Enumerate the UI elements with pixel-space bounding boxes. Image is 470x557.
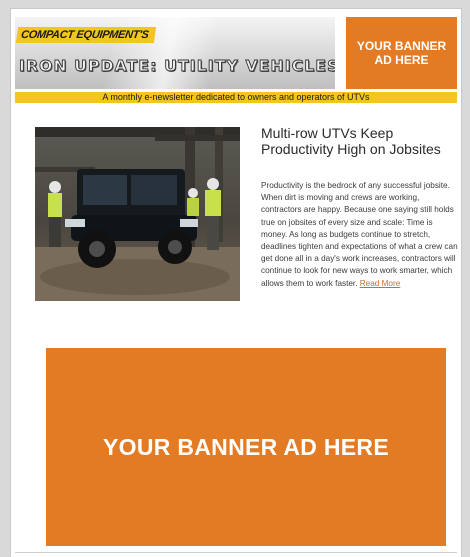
banner-ad-small-label: YOUR BANNER AD HERE xyxy=(356,39,447,67)
read-more-link[interactable]: Read More xyxy=(360,279,401,288)
article-body: Productivity is the bedrock of any succe… xyxy=(261,180,459,290)
utv-jobsite-photo xyxy=(35,127,240,301)
brand-title: IRON UPDATE: UTILITY VEHICLES xyxy=(19,57,335,76)
newsletter-sheet: COMPACT EQUIPMENT'S IRON UPDATE: UTILITY… xyxy=(10,8,462,557)
article-photo[interactable] xyxy=(35,127,240,301)
page-background: COMPACT EQUIPMENT'S IRON UPDATE: UTILITY… xyxy=(0,0,470,557)
brand-tag: COMPACT EQUIPMENT'S xyxy=(15,27,156,43)
footer-divider xyxy=(15,552,457,553)
newsletter-logo-banner[interactable]: COMPACT EQUIPMENT'S IRON UPDATE: UTILITY… xyxy=(15,17,335,89)
tagline-text: A monthly e-newsletter dedicated to owne… xyxy=(102,92,370,102)
tagline-bar: A monthly e-newsletter dedicated to owne… xyxy=(15,92,457,103)
banner-ad-large[interactable]: YOUR BANNER AD HERE xyxy=(46,348,446,546)
banner-ad-large-label: YOUR BANNER AD HERE xyxy=(103,433,389,460)
article-title[interactable]: Multi-row UTVs Keep Productivity High on… xyxy=(261,125,457,157)
banner-ad-small[interactable]: YOUR BANNER AD HERE xyxy=(346,17,457,89)
article-body-text: Productivity is the bedrock of any succe… xyxy=(261,181,458,288)
